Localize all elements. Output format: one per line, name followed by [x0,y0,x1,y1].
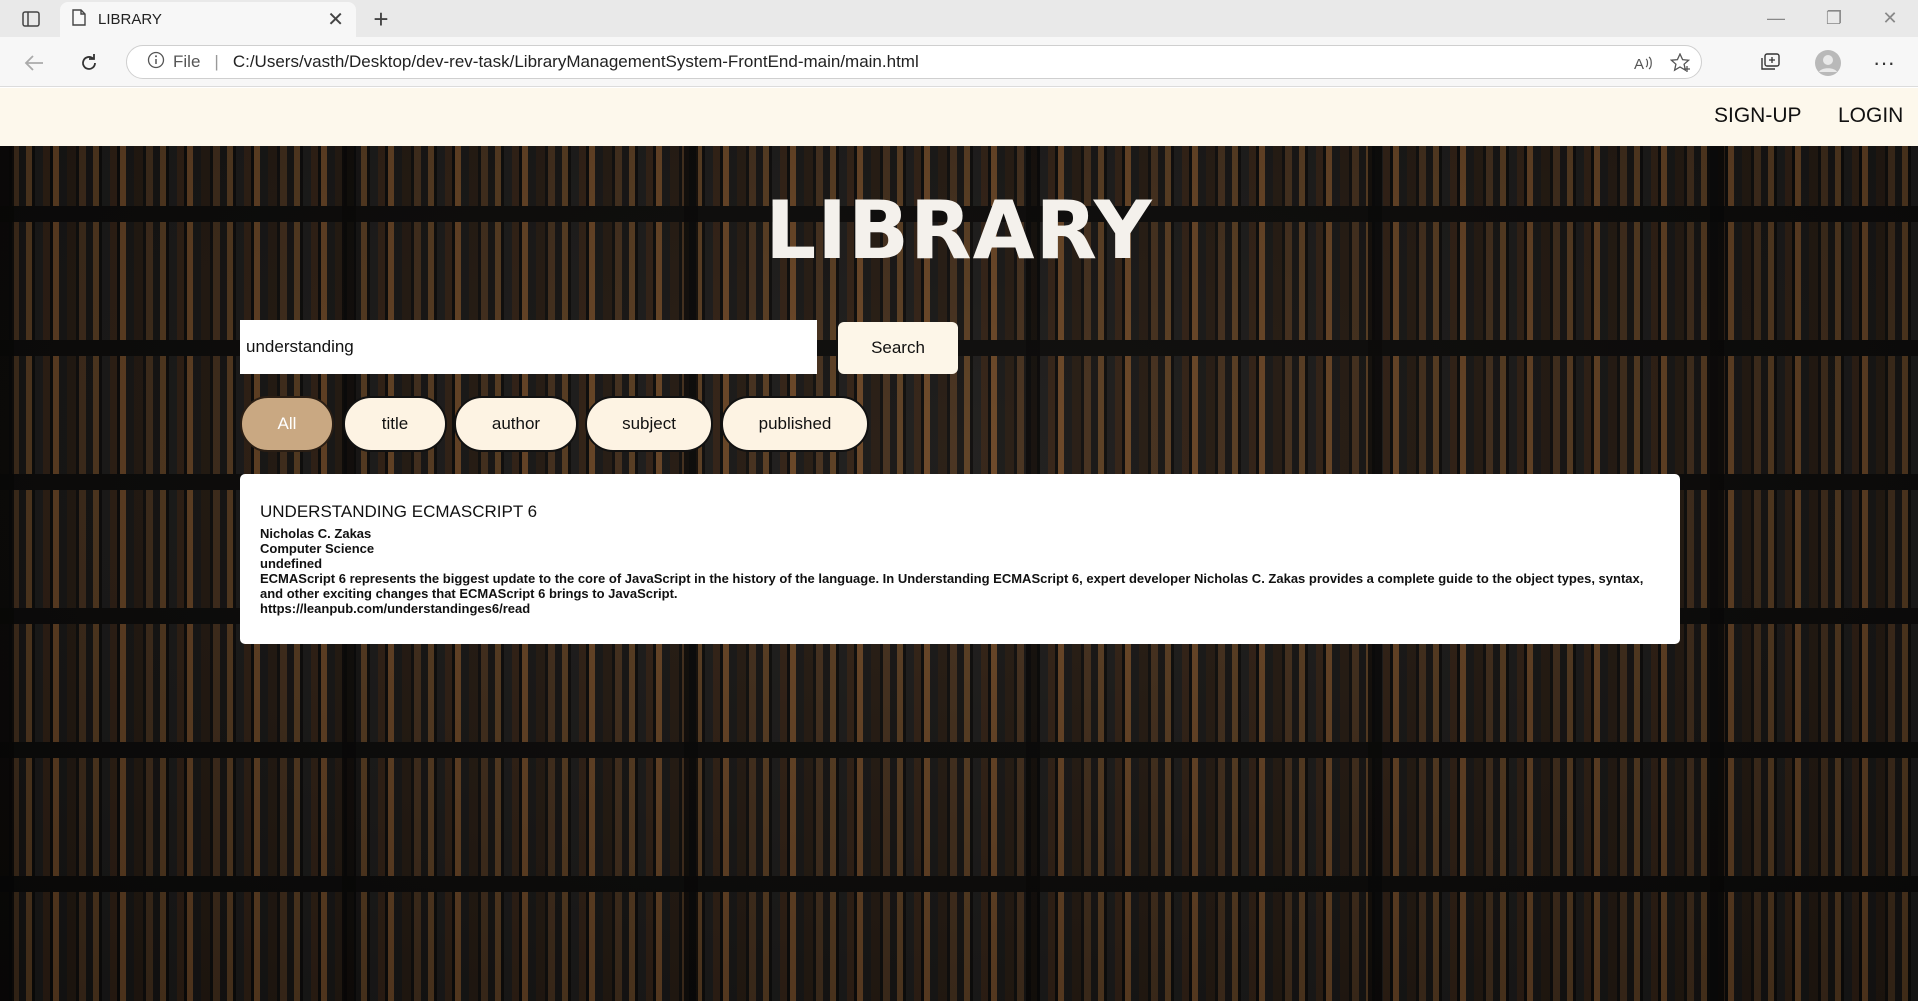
browser-toolbar: File | C:/Users/vasth/Desktop/dev-rev-ta… [0,37,1918,87]
top-navigation: SIGN-UP LOGIN [0,88,1918,146]
filter-title[interactable]: title [343,396,447,452]
search-input[interactable] [240,320,817,374]
more-menu-icon[interactable]: ··· [1868,47,1900,79]
filter-all[interactable]: All [240,396,334,452]
signup-link[interactable]: SIGN-UP [1714,104,1802,128]
book-subject: Computer Science [260,541,375,556]
filter-subject[interactable]: subject [585,396,713,452]
minimize-icon[interactable]: — [1748,0,1804,37]
page-title: LIBRARY [765,184,1153,277]
main-content: LIBRARY Search All title author subject … [0,88,1918,1001]
collections-icon[interactable] [1754,47,1786,79]
filter-author[interactable]: author [454,396,578,452]
book-published: undefined [260,556,323,571]
new-tab-icon[interactable]: + [366,4,396,34]
url-text[interactable]: C:/Users/vasth/Desktop/dev-rev-task/Libr… [233,52,919,72]
back-icon[interactable] [18,47,50,79]
book-description: ECMAScript 6 represents the biggest upda… [260,571,1644,601]
page-viewport: SIGN-UP LOGIN LIBRARY Search All title a… [0,88,1918,1001]
book-link[interactable]: https://leanpub.com/understandinges6/rea… [260,601,1660,616]
search-result-card: UNDERSTANDING ECMASCRIPT 6 Nicholas C. Z… [240,474,1680,644]
browser-tab[interactable]: LIBRARY ✕ [60,2,356,37]
read-aloud-icon[interactable]: A [1627,46,1659,80]
favorite-star-icon[interactable] [1665,46,1697,80]
address-scheme-label: File [173,52,201,71]
close-tab-icon[interactable]: ✕ [327,7,344,32]
restore-icon[interactable]: ❐ [1806,0,1862,37]
svg-text:A: A [1634,56,1644,72]
tab-title: LIBRARY [98,11,162,28]
info-icon[interactable] [147,51,165,74]
page-icon [72,8,86,31]
profile-avatar-icon[interactable] [1812,47,1844,79]
book-author: Nicholas C. Zakas [260,526,372,541]
address-bar[interactable]: File | C:/Users/vasth/Desktop/dev-rev-ta… [126,45,1702,79]
search-button[interactable]: Search [838,322,958,374]
tab-actions-icon[interactable] [14,6,48,32]
filter-published[interactable]: published [721,396,869,452]
refresh-icon[interactable] [73,47,105,79]
book-title: UNDERSTANDING ECMASCRIPT 6 [260,502,538,521]
address-separator: | [214,52,219,71]
browser-tab-bar: LIBRARY ✕ + — ❐ ✕ [0,0,1918,37]
login-link[interactable]: LOGIN [1838,104,1903,128]
window-close-icon[interactable]: ✕ [1862,0,1918,37]
